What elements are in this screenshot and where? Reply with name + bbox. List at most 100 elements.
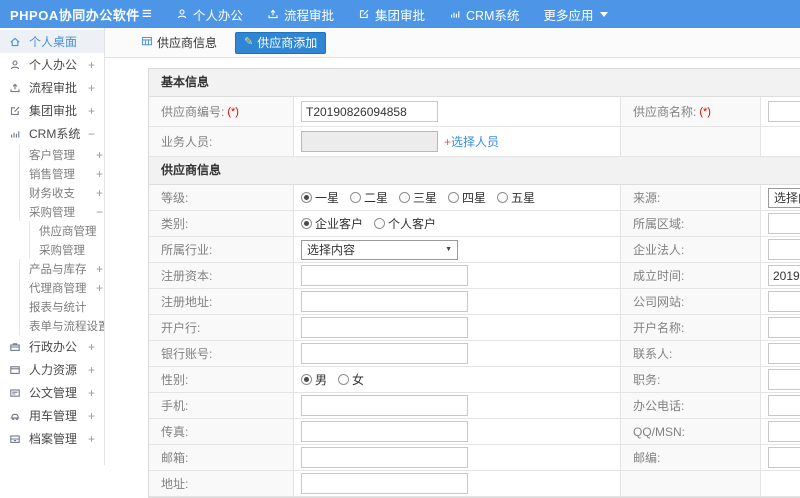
sidebar-item-agent-mgmt[interactable]: 代理商管理 +: [19, 278, 104, 297]
gender-radio-0[interactable]: 男: [301, 371, 327, 388]
sidebar-item-label: 行政办公: [29, 340, 78, 354]
sidebar-item-workflow-approval[interactable]: 流程审批 +: [0, 76, 104, 99]
sidebar-item-product-inventory[interactable]: 产品与库存 +: [19, 259, 104, 278]
industry-select[interactable]: 选择内容 ▼: [301, 239, 458, 260]
tab-supplier-add-tab[interactable]: ✎ 供应商添加: [235, 31, 327, 54]
sidebar-item-vehicle-mgmt[interactable]: 用车管理 +: [0, 404, 104, 427]
empty-label: [621, 127, 761, 156]
topnav-workflow-approval[interactable]: 流程审批: [267, 5, 334, 24]
collapse-minus-icon[interactable]: −: [88, 127, 96, 141]
label-text: 手机:: [161, 399, 189, 413]
expand-plus-icon[interactable]: +: [88, 58, 96, 72]
sidebar-item-label: 财务收支: [29, 187, 75, 200]
select-person-link[interactable]: +选择人员: [444, 133, 499, 150]
company-website-input[interactable]: [768, 291, 800, 312]
radio-label: 二星: [364, 191, 389, 205]
founding-date-label: 成立时间:: [621, 263, 761, 288]
sidebar-item-personal-desktop[interactable]: 个人桌面: [0, 30, 104, 53]
label-text: 地址:: [161, 477, 189, 491]
bank-input[interactable]: [301, 317, 468, 338]
sidebar-item-archive-mgmt[interactable]: 档案管理 +: [0, 427, 104, 450]
topnav-more-apps[interactable]: 更多应用: [543, 5, 609, 24]
expand-plus-icon[interactable]: +: [96, 167, 104, 181]
tab-supplier-info-tab[interactable]: 供应商信息: [132, 32, 226, 54]
topnav-crm-system[interactable]: CRM系统: [449, 5, 519, 24]
account-name-input[interactable]: [768, 317, 800, 338]
sidebar-item-label: 档案管理: [29, 432, 78, 446]
sidebar-item-label: 公文管理: [29, 386, 78, 400]
expand-plus-icon[interactable]: +: [88, 386, 96, 400]
sidebar-item-supplier-mgmt[interactable]: 供应商管理: [29, 221, 104, 240]
expand-plus-icon[interactable]: +: [88, 104, 96, 118]
level-radio-2[interactable]: 三星: [399, 189, 437, 206]
registered-capital-input[interactable]: [301, 265, 468, 286]
label-text: 供应商编号:: [161, 105, 225, 119]
supplier-name-field-cell: [761, 97, 800, 126]
fax-input[interactable]: [301, 421, 468, 442]
business-person-input[interactable]: [301, 131, 438, 152]
collapse-minus-icon[interactable]: −: [96, 205, 104, 219]
expand-plus-icon[interactable]: +: [96, 281, 104, 295]
sidebar-item-purchase-mgmt[interactable]: 采购管理 −: [19, 202, 104, 221]
label-text: 公司网站:: [633, 295, 685, 309]
sidebar-item-human-resources[interactable]: 人力资源 +: [0, 358, 104, 381]
industry-field-cell: 选择内容 ▼: [294, 237, 621, 262]
sidebar-item-group-approval[interactable]: 集团审批 +: [0, 99, 104, 122]
registered-address-label: 注册地址:: [149, 289, 294, 314]
form-row: 性别: 男女职务:: [149, 367, 800, 393]
contact-input[interactable]: [768, 343, 800, 364]
legal-person-input[interactable]: [768, 239, 800, 260]
source-select[interactable]: 选择内容▼: [768, 187, 800, 208]
expand-plus-icon[interactable]: +: [88, 432, 96, 446]
level-radio-3[interactable]: 四星: [448, 189, 486, 206]
region-input[interactable]: [768, 213, 800, 234]
sidebar-item-admin-office[interactable]: 行政办公 +: [0, 335, 104, 358]
supplier-code-input[interactable]: [301, 101, 438, 122]
sidebar-item-finance-mgmt[interactable]: 财务收支 +: [19, 183, 104, 202]
sidebar-item-customer-mgmt[interactable]: 客户管理 +: [19, 145, 104, 164]
mobile-input[interactable]: [301, 395, 468, 416]
radio-icon: [497, 192, 509, 203]
sidebar-item-document-mgmt[interactable]: 公文管理 +: [0, 381, 104, 404]
expand-plus-icon[interactable]: +: [96, 148, 104, 162]
company-website-label: 公司网站:: [621, 289, 761, 314]
plus-icon: +: [444, 135, 452, 149]
expand-plus-icon[interactable]: +: [88, 363, 96, 377]
level-radio-4[interactable]: 五星: [497, 189, 535, 206]
book-icon: [9, 364, 24, 376]
supplier-code-label: 供应商编号: (*): [149, 97, 294, 126]
address-label: 地址:: [149, 471, 294, 496]
category-radio-1[interactable]: 个人客户: [374, 215, 436, 232]
office-phone-input[interactable]: [768, 395, 800, 416]
sidebar-item-reports-statistics[interactable]: 报表与统计: [19, 297, 104, 316]
category-radio-0[interactable]: 企业客户: [301, 215, 363, 232]
hamburger-menu-icon[interactable]: ≡: [142, 0, 152, 28]
level-radio-1[interactable]: 二星: [350, 189, 388, 206]
sidebar-item-personal-office[interactable]: 个人办公 +: [0, 53, 104, 76]
sidebar-item-sales-mgmt[interactable]: 销售管理 +: [19, 164, 104, 183]
registered-address-field-cell: [294, 289, 621, 314]
bank-account-input[interactable]: [301, 343, 468, 364]
sidebar-item-form-workflow-settings[interactable]: 表单与流程设置+: [19, 316, 104, 335]
caret-down-icon: [600, 11, 609, 17]
topnav-personal-office[interactable]: 个人办公: [176, 5, 243, 24]
sidebar-item-purchase-mgmt-sub[interactable]: 采购管理: [29, 240, 104, 259]
expand-plus-icon[interactable]: +: [88, 340, 96, 354]
address-input[interactable]: [301, 473, 468, 494]
expand-plus-icon[interactable]: +: [96, 262, 104, 276]
expand-plus-icon[interactable]: +: [96, 186, 104, 200]
level-radio-0[interactable]: 一星: [301, 189, 339, 206]
sidebar-item-crm-system[interactable]: CRM系统 −: [0, 122, 104, 145]
registered-address-input[interactable]: [301, 291, 468, 312]
expand-plus-icon[interactable]: +: [88, 81, 96, 95]
form-row: 注册资本: 成立时间:: [149, 263, 800, 289]
topnav-group-approval[interactable]: 集团审批: [358, 5, 425, 24]
gender-radio-1[interactable]: 女: [338, 371, 364, 388]
car-icon: [9, 410, 24, 422]
expand-plus-icon[interactable]: +: [88, 409, 96, 423]
qq-msn-input[interactable]: [768, 421, 800, 442]
radio-label: 企业客户: [315, 217, 364, 231]
position-input[interactable]: [768, 369, 800, 390]
founding-date-input[interactable]: [768, 265, 800, 286]
supplier-name-input[interactable]: [768, 101, 800, 122]
